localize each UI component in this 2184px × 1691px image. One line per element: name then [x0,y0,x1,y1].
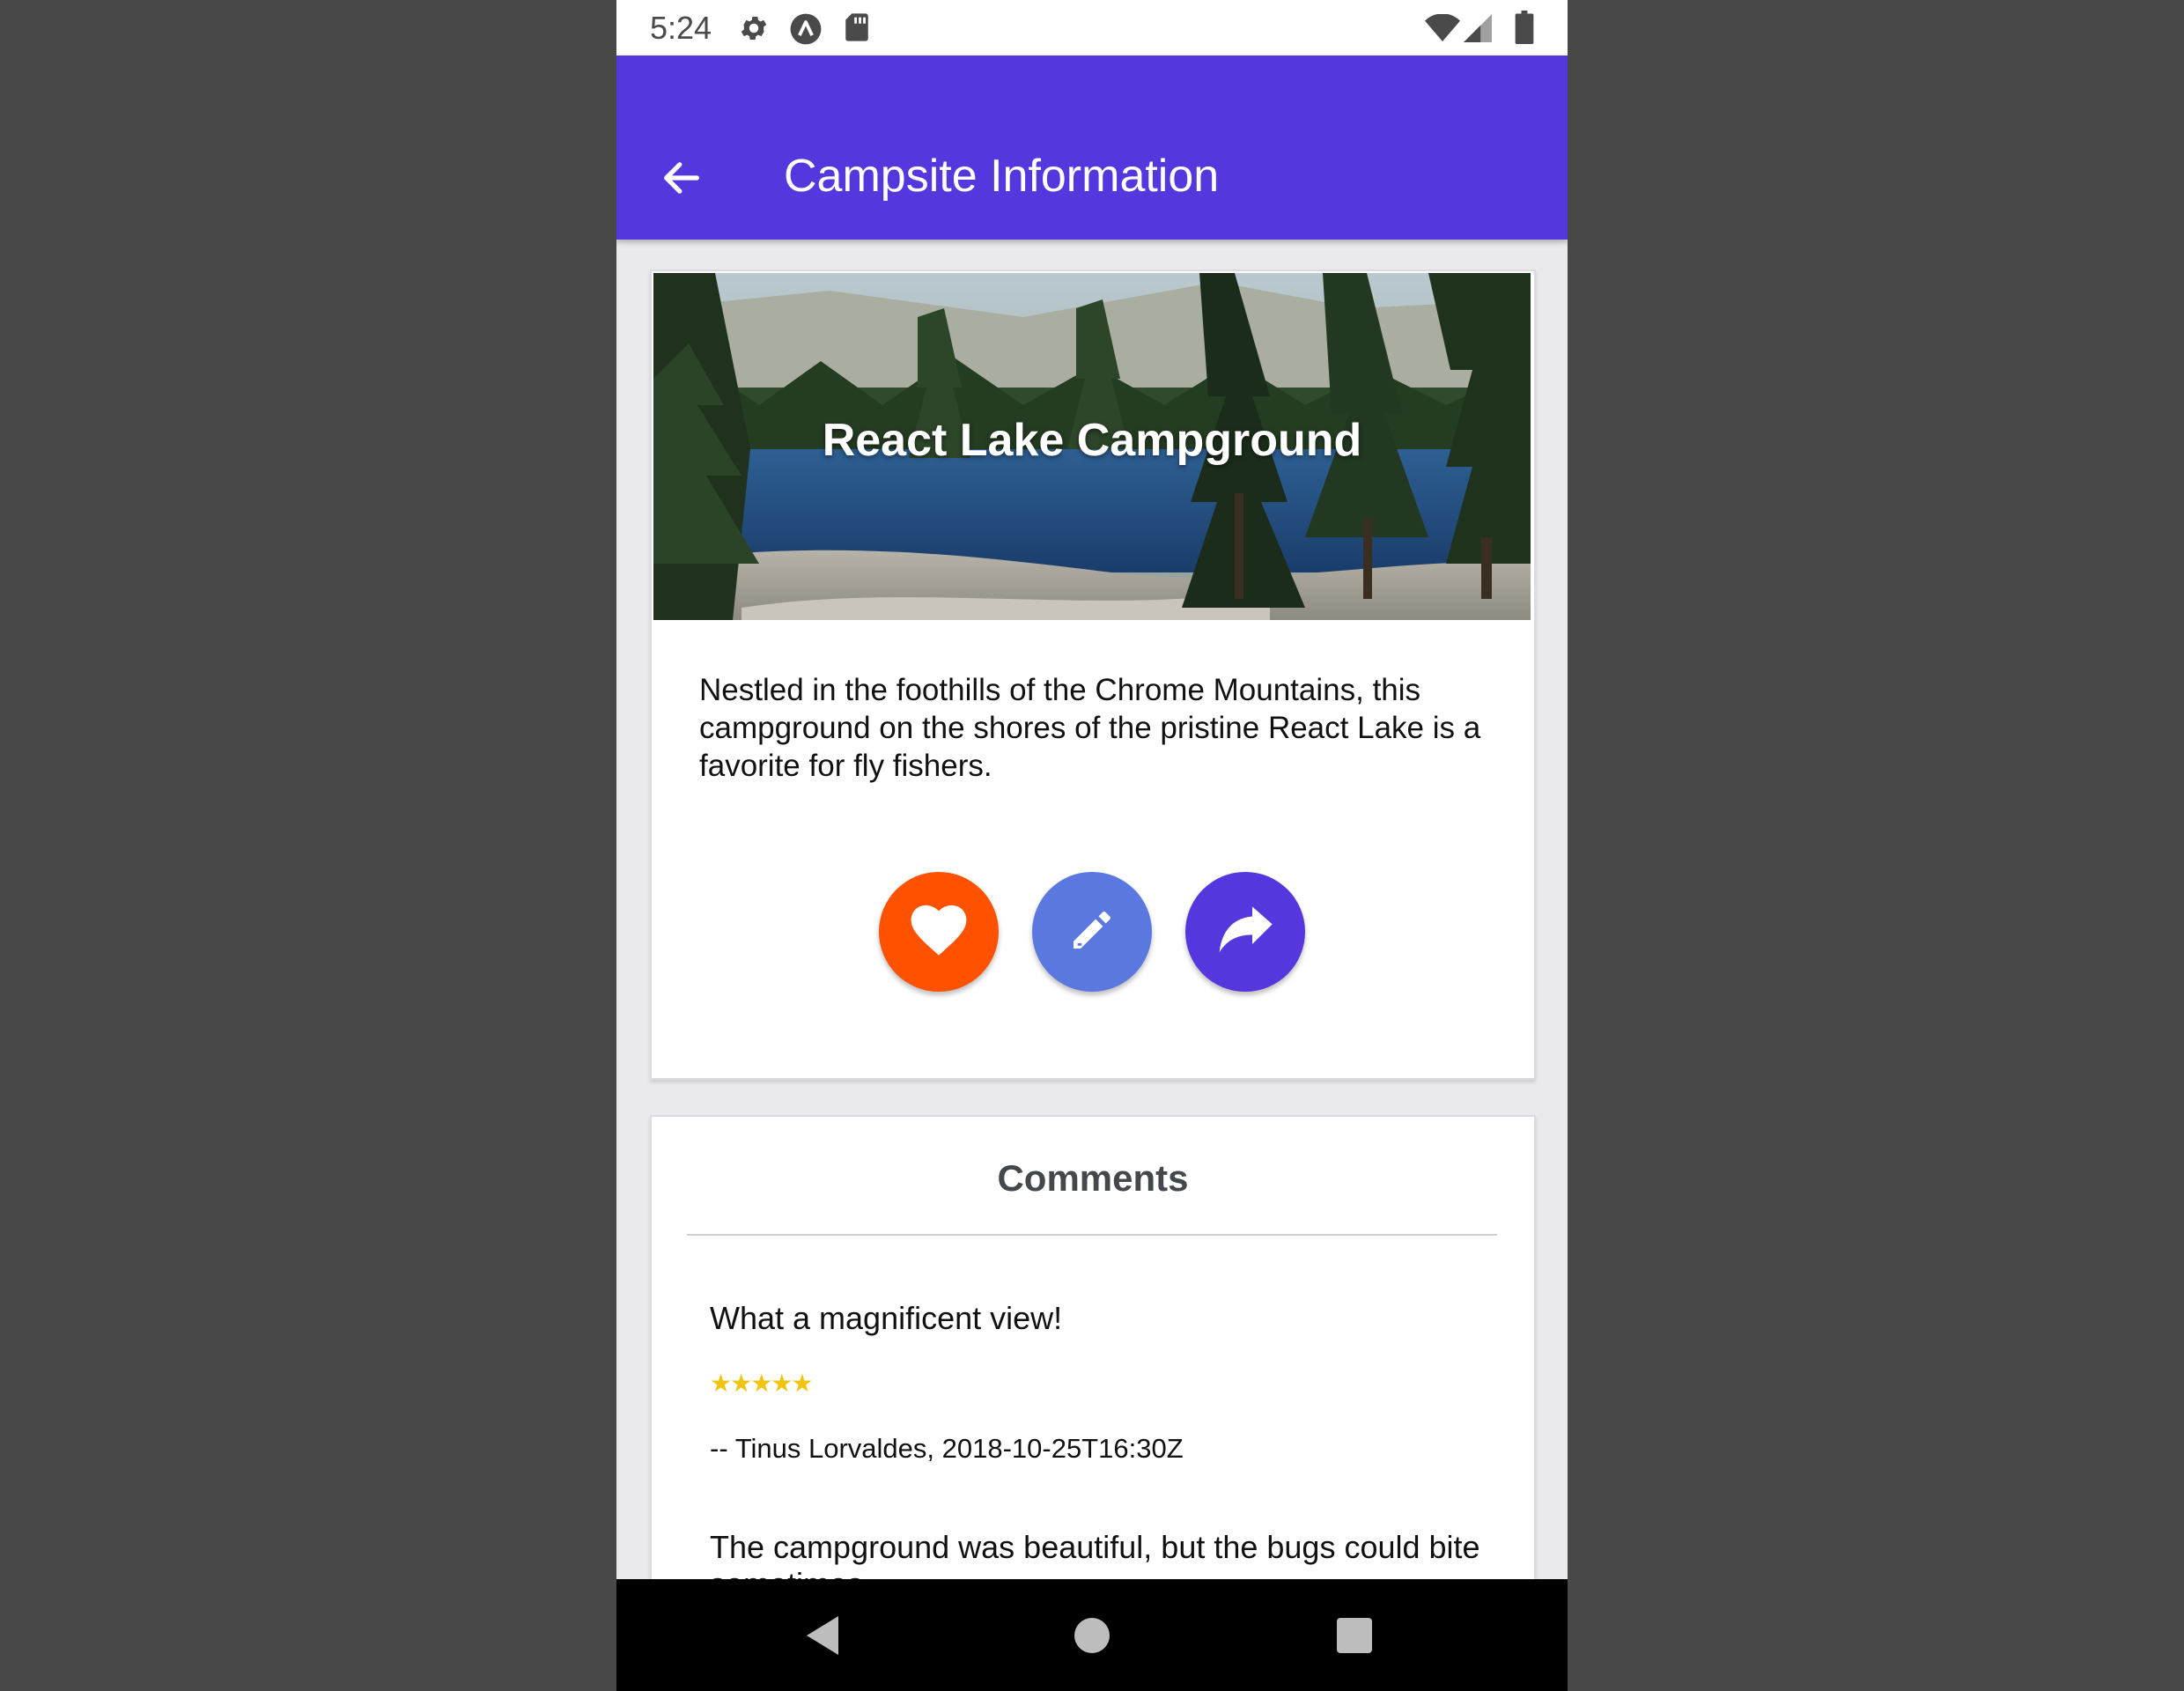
campsite-image: React Lake Campground [653,273,1531,620]
page-title: Campsite Information [784,151,1220,202]
wifi-icon [1425,13,1460,47]
status-time: 5:24 [650,10,712,46]
status-bar: 5:24 [616,0,1568,55]
recents-square-icon[interactable] [1337,1618,1372,1658]
cellular-signal-icon [1464,14,1492,47]
arrow-left-icon [659,162,705,204]
comment-author: -- Tinus Lorvaldes, 2018-10-25T16:30Z [710,1433,1184,1464]
star-rating: ★★★★★ [710,1370,814,1397]
app-bar: Campsite Information [616,55,1568,240]
expo-icon [789,12,823,50]
share-button[interactable] [1185,872,1305,992]
back-button[interactable] [659,155,705,201]
back-triangle-icon[interactable] [807,1616,842,1659]
share-icon [1217,905,1273,959]
sd-card-icon [844,12,870,47]
system-nav-bar [616,1579,1568,1691]
phone-screen: 5:24 Campsite Information React Lake Cam… [616,0,1568,1691]
comment-text: What a magnificent view! [710,1300,1063,1336]
pencil-icon [1067,905,1117,959]
heart-icon [910,904,968,961]
campsite-name: React Lake Campground [822,415,1362,466]
comments-title: Comments [997,1157,1189,1199]
home-circle-icon[interactable] [1074,1618,1110,1658]
gear-icon [738,12,770,48]
divider [687,1234,1497,1236]
edit-button[interactable] [1032,872,1152,992]
list-item: What a magnificent view! ★★★★★ -- Tinus … [710,1300,1485,1465]
campsite-card: React Lake Campground Nestled in the foo… [650,270,1536,1080]
favorite-button[interactable] [879,872,999,992]
battery-icon [1515,11,1534,48]
campsite-description: Nestled in the foothills of the Chrome M… [699,673,1481,783]
